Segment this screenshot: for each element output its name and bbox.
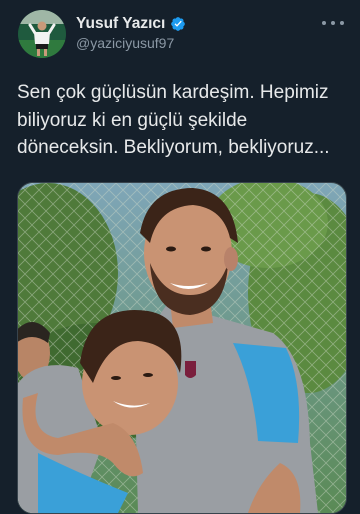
author-display-name[interactable]: Yusuf Yazıcı — [76, 15, 165, 33]
author-avatar[interactable] — [18, 10, 66, 58]
tweet-photo[interactable] — [17, 182, 347, 514]
avatar-image — [18, 10, 66, 58]
verified-badge-icon — [170, 16, 186, 32]
author-name-row[interactable]: Yusuf Yazıcı — [76, 14, 186, 34]
more-options-icon[interactable] — [322, 18, 344, 28]
tweet: Yusuf Yazıcı @yaziciyusuf97 Sen çok güçl… — [0, 0, 360, 514]
tweet-text-line: Sen çok güçlüsün kardeşim. Hepimiz — [17, 82, 329, 103]
tweet-text-line: biliyoruz ki en güçlü şekilde — [17, 109, 248, 131]
author-handle[interactable]: @yaziciyusuf97 — [76, 35, 174, 51]
tweet-text: Sen çok güçlüsün kardeşim. Hepimiz biliy… — [17, 79, 347, 162]
photo-two-players-hugging-icon — [18, 183, 346, 513]
tweet-text-line: döneceksin. Bekliyorum, bekliyoruz... — [17, 137, 330, 158]
